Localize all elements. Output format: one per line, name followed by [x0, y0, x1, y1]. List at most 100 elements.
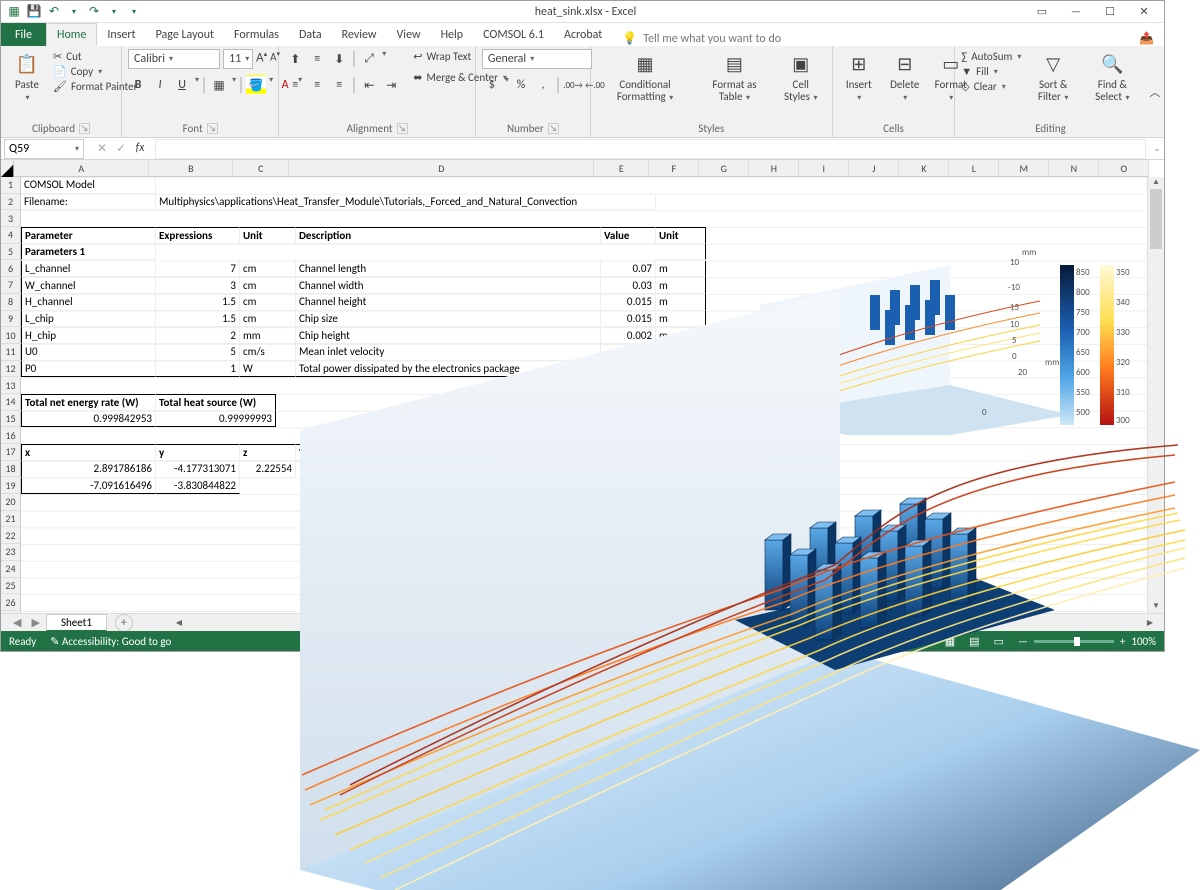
row-header[interactable]: 18	[1, 461, 20, 478]
cell-E11[interactable]: 0.05	[601, 344, 656, 361]
cell-A8[interactable]: H_channel	[21, 294, 156, 311]
cell-B6[interactable]: 7	[156, 261, 240, 278]
cell-C4[interactable]: Unit	[240, 227, 296, 244]
borders-button[interactable]: ▦	[209, 75, 229, 95]
fill-button[interactable]: ▼ Fill ▾	[961, 64, 1021, 79]
cell-E8[interactable]: 0.015	[601, 294, 656, 311]
cell-A4[interactable]: Parameter	[21, 227, 156, 244]
fx-icon[interactable]: fx	[131, 141, 149, 156]
align-top-icon[interactable]: ⬆	[285, 49, 305, 69]
increase-font-icon[interactable]: A▴	[256, 49, 267, 69]
tab-nav-prev[interactable]: ◀	[9, 616, 25, 629]
cell-F8[interactable]: m	[656, 294, 706, 311]
cell-B17[interactable]: y	[156, 444, 240, 461]
row-header[interactable]: 21	[1, 511, 20, 528]
orientation-icon[interactable]: ⤢	[359, 49, 379, 69]
row-header[interactable]: 20	[1, 494, 20, 511]
share-button[interactable]: 📤	[1139, 31, 1154, 46]
cell-F6[interactable]: m	[656, 261, 706, 278]
cell-B9[interactable]: 1.5	[156, 311, 240, 328]
row-header[interactable]: 14	[1, 394, 20, 411]
align-center-icon[interactable]: ≡	[307, 75, 327, 95]
row-header[interactable]: 26	[1, 594, 20, 611]
cell-D8[interactable]: Channel height	[296, 294, 601, 311]
tab-comsol[interactable]: COMSOL 6.1	[473, 23, 554, 46]
redo-icon[interactable]: ↷	[87, 5, 101, 19]
row-header[interactable]: 16	[1, 427, 20, 444]
tab-file[interactable]: File	[1, 23, 46, 46]
select-all-corner[interactable]: ◢	[1, 160, 14, 177]
cell-D9[interactable]: Chip size	[296, 311, 601, 328]
save-icon[interactable]: 💾	[27, 5, 41, 19]
row-header[interactable]: 11	[1, 344, 20, 361]
clear-button[interactable]: ◇ Clear ▾	[961, 79, 1021, 94]
find-select-button[interactable]: 🔍Find & Select ▾	[1085, 49, 1140, 105]
row-header[interactable]: 10	[1, 327, 20, 344]
cell-B10[interactable]: 2	[156, 327, 240, 344]
cell-A15[interactable]: 0.999842953	[21, 411, 156, 428]
row-header[interactable]: 15	[1, 411, 20, 428]
undo-dropdown[interactable]: ▾	[67, 5, 81, 19]
expand-formula-bar[interactable]: ⌄	[1150, 143, 1164, 154]
tab-data[interactable]: Data	[289, 23, 332, 46]
cell-A2[interactable]: Filename:	[21, 194, 156, 211]
cell-D4[interactable]: Description	[296, 227, 601, 244]
new-sheet-button[interactable]: +	[115, 614, 133, 632]
tab-view[interactable]: View	[387, 23, 431, 46]
comma-format-icon[interactable]: ,	[533, 75, 553, 95]
cell-F12[interactable]: W	[656, 361, 706, 378]
tab-insert[interactable]: Insert	[97, 23, 145, 46]
zoom-slider[interactable]	[1034, 640, 1114, 643]
cancel-formula-icon[interactable]: ✕	[93, 141, 111, 156]
percent-format-icon[interactable]: %	[511, 75, 531, 95]
cell-C7[interactable]: cm	[240, 277, 296, 294]
tab-page-layout[interactable]: Page Layout	[146, 23, 224, 46]
maximize-button[interactable]: ☐	[1098, 3, 1122, 21]
row-header[interactable]: 4	[1, 227, 20, 244]
enter-formula-icon[interactable]: ✓	[112, 141, 130, 156]
cell-C17[interactable]: z	[240, 444, 296, 461]
cell-E10[interactable]: 0.002	[601, 327, 656, 344]
cell-A17[interactable]: x	[21, 444, 156, 461]
cell-A5[interactable]: Parameters 1	[21, 244, 156, 261]
font-size-select[interactable]: 11▾	[223, 49, 253, 69]
cell-C10[interactable]: mm	[240, 327, 296, 344]
cell-D11[interactable]: Mean inlet velocity	[296, 344, 601, 361]
sheet-tab-sheet1[interactable]: Sheet1	[46, 614, 107, 632]
cell-A7[interactable]: W_channel	[21, 277, 156, 294]
cell-F7[interactable]: m	[656, 277, 706, 294]
cell-E9[interactable]: 0.015	[601, 311, 656, 328]
cell-B15[interactable]: 0.99999993	[156, 411, 276, 428]
cell-D12[interactable]: Total power dissipated by the electronic…	[296, 361, 601, 378]
cell-A9[interactable]: L_chip	[21, 311, 156, 328]
cell-E6[interactable]: 0.07	[601, 261, 656, 278]
cell-styles-button[interactable]: ▣Cell Styles ▾	[776, 49, 826, 105]
name-box[interactable]: Q59▾	[4, 139, 84, 159]
row-header[interactable]: 5	[1, 244, 20, 261]
qat-customize[interactable]: ▾	[127, 5, 141, 19]
cell-B18[interactable]: -4.177313071	[156, 461, 240, 478]
scroll-down-arrow[interactable]: ▼	[1148, 601, 1164, 613]
cell-F5[interactable]	[656, 244, 706, 261]
cell-F4[interactable]: Unit	[656, 227, 706, 244]
row-header[interactable]: 1	[1, 177, 20, 194]
zoom-in-button[interactable]: +	[1120, 635, 1125, 648]
horizontal-scrollbar[interactable]: ◀ ▶	[173, 616, 1156, 630]
minimize-button[interactable]: —	[1064, 3, 1088, 21]
cell-A6[interactable]: L_channel	[21, 261, 156, 278]
tab-home[interactable]: Home	[46, 23, 97, 46]
tab-nav-next[interactable]: ▶	[27, 616, 43, 629]
cell-D7[interactable]: Channel width	[296, 277, 601, 294]
insert-cells-button[interactable]: ⊞Insert▾	[839, 49, 879, 105]
alignment-dialog-launcher[interactable]: ↘	[397, 123, 408, 134]
tell-me-search[interactable]: 💡 Tell me what you want to do	[622, 31, 781, 46]
view-normal-icon[interactable]: ▦	[945, 635, 955, 648]
cell-C9[interactable]: cm	[240, 311, 296, 328]
formula-input[interactable]	[155, 139, 1146, 159]
cell-D6[interactable]: Channel length	[296, 261, 601, 278]
collapse-ribbon-button[interactable]: ︿	[1146, 46, 1164, 137]
align-right-icon[interactable]: ≡	[329, 75, 349, 95]
cell-C8[interactable]: cm	[240, 294, 296, 311]
cell-B12[interactable]: 1	[156, 361, 240, 378]
sort-filter-button[interactable]: ▽Sort & Filter ▾	[1027, 49, 1079, 105]
